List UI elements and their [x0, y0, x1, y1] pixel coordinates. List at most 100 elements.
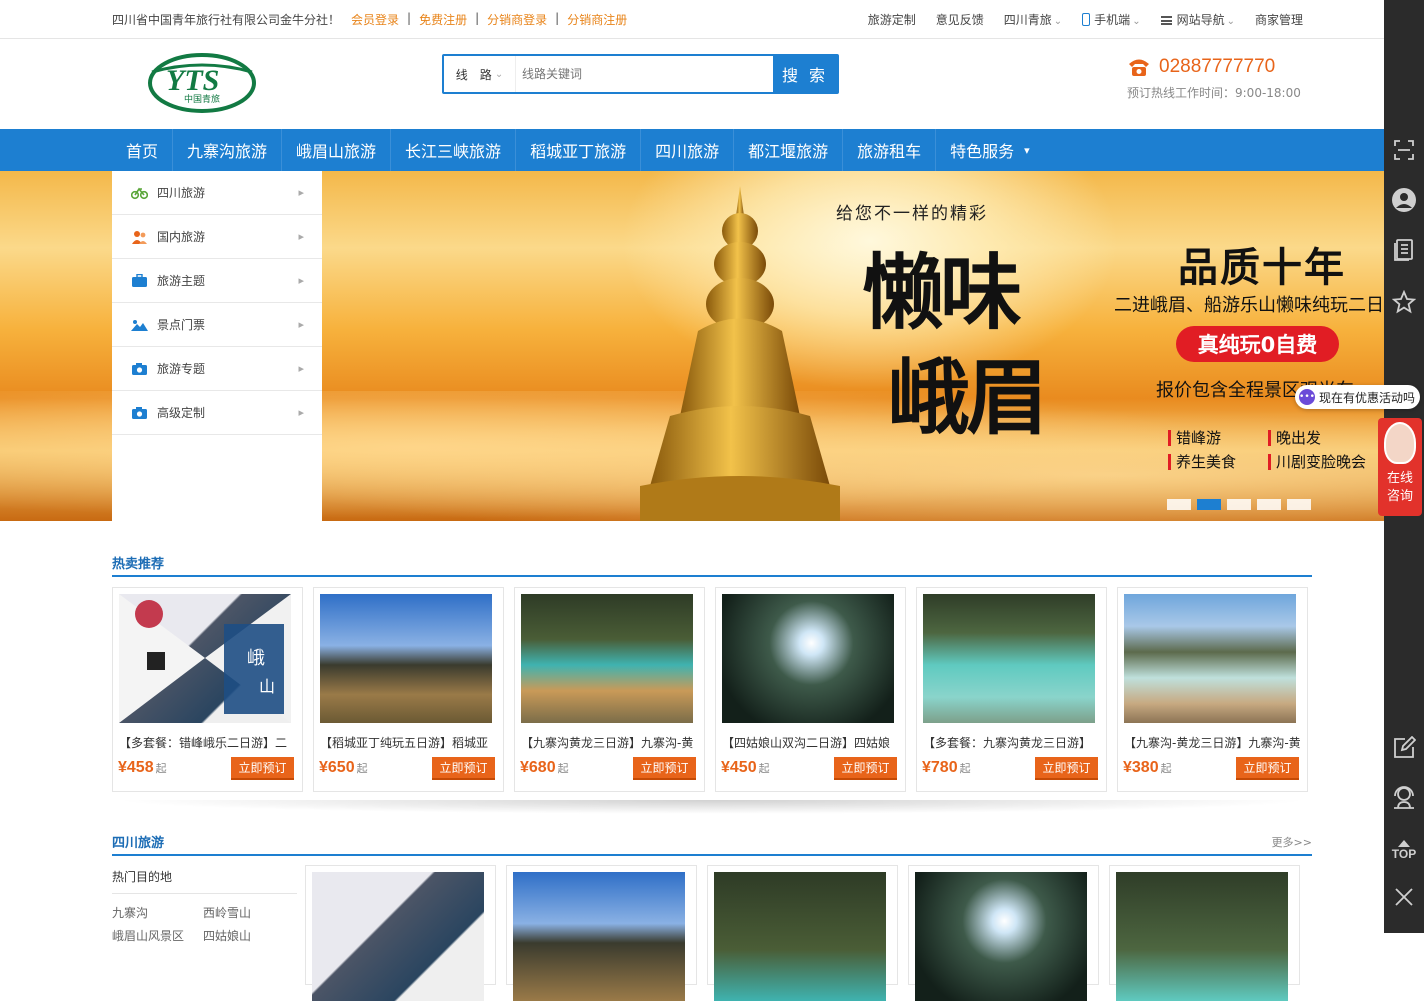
site-nav-dropdown[interactable]: 网站导航: [1160, 11, 1235, 28]
book-now-button[interactable]: 立即预订: [633, 757, 696, 778]
site-logo[interactable]: YTS 中国青旅: [146, 52, 258, 114]
carousel-dot[interactable]: [1167, 499, 1191, 510]
divider: |: [555, 11, 560, 25]
search-input[interactable]: [516, 56, 773, 92]
search-button[interactable]: 搜 索: [773, 56, 837, 92]
camera-icon: [132, 406, 147, 419]
headset-icon: [1394, 786, 1414, 809]
nav-daocheng[interactable]: 稻城亚丁旅游: [516, 129, 642, 171]
sichuan-products: [305, 865, 1300, 1001]
nav-car-rental[interactable]: 旅游租车: [843, 129, 937, 171]
nav-sichuan[interactable]: 四川旅游: [641, 129, 735, 171]
back-to-top-button[interactable]: TOP: [1384, 830, 1424, 870]
book-now-button[interactable]: 立即预订: [231, 757, 294, 778]
nav-special-services[interactable]: 特色服务: [936, 129, 1044, 171]
carousel-dot[interactable]: [1287, 499, 1311, 510]
customer-service-button[interactable]: [1384, 777, 1424, 817]
product-photo: [320, 594, 492, 723]
document-list-icon: [1394, 239, 1413, 261]
product-title: 【九寨沟黄龙三日游】九寨沟-黄: [521, 736, 694, 750]
destination-link[interactable]: 西岭雪山: [203, 904, 294, 921]
main-nav: 首页 九寨沟旅游 峨眉山旅游 长江三峡旅游 稻城亚丁旅游 四川旅游 都江堰旅游 …: [0, 129, 1384, 171]
book-now-button[interactable]: 立即预订: [834, 757, 897, 778]
distributor-register-link[interactable]: 分销商注册: [567, 11, 627, 28]
product-card[interactable]: [908, 865, 1099, 1001]
product-price: ¥680 起: [520, 759, 569, 777]
product-card[interactable]: 【四姑娘山双沟二日游】四姑娘 ¥450 起 立即预订: [715, 587, 906, 792]
feedback-link[interactable]: 意见反馈: [936, 11, 984, 28]
product-card[interactable]: [305, 865, 496, 1001]
register-link[interactable]: 免费注册: [419, 11, 467, 28]
price-suffix: 起: [1160, 763, 1172, 775]
chevron-right-icon: ▸: [298, 186, 304, 199]
category-themes[interactable]: 旅游主题 ▸: [112, 259, 322, 303]
category-sichuan[interactable]: 四川旅游 ▸: [112, 171, 322, 215]
carousel-dot[interactable]: [1227, 499, 1251, 510]
custom-tour-link[interactable]: 旅游定制: [868, 11, 916, 28]
product-photo: [923, 594, 1095, 723]
category-label: 旅游主题: [157, 274, 206, 288]
product-card[interactable]: 【九寨沟黄龙三日游】九寨沟-黄 ¥680 起 立即预订: [514, 587, 705, 792]
carousel-dot[interactable]: [1257, 499, 1281, 510]
account-button[interactable]: [1384, 180, 1424, 220]
orders-button[interactable]: [1384, 230, 1424, 270]
nav-home[interactable]: 首页: [112, 129, 174, 171]
book-now-button[interactable]: 立即预订: [1035, 757, 1098, 778]
promo-chat-bubble[interactable]: ••• 现在有优惠活动吗: [1295, 385, 1420, 409]
close-toolbar-button[interactable]: [1384, 877, 1424, 917]
book-now-button[interactable]: 立即预订: [432, 757, 495, 778]
sichuan-cyts-dropdown[interactable]: 四川青旅: [1004, 11, 1062, 28]
member-login-link[interactable]: 会员登录: [351, 11, 399, 28]
section-title: 四川旅游: [112, 836, 165, 851]
nav-dujiangyan[interactable]: 都江堰旅游: [734, 129, 844, 171]
banner-feature: 养生美食: [1168, 454, 1236, 470]
category-domestic[interactable]: 国内旅游 ▸: [112, 215, 322, 259]
book-now-button[interactable]: 立即预订: [1236, 757, 1299, 778]
product-price: ¥780 起: [922, 759, 971, 777]
category-tickets[interactable]: 景点门票 ▸: [112, 303, 322, 347]
product-card[interactable]: 【九寨沟-黄龙三日游】九寨沟-黄 ¥380 起 立即预订: [1117, 587, 1308, 792]
nav-three-gorges[interactable]: 长江三峡旅游: [391, 129, 517, 171]
logo-text: YTS: [166, 64, 219, 97]
distributor-login-link[interactable]: 分销商登录: [487, 11, 547, 28]
product-title: 【四姑娘山双沟二日游】四姑娘: [722, 736, 891, 750]
destination-link[interactable]: 峨眉山风景区: [112, 927, 203, 944]
product-title: 【稻城亚丁纯玩五日游】稻城亚: [320, 736, 489, 750]
product-card[interactable]: [506, 865, 697, 1001]
arrow-up-icon: [1398, 839, 1410, 847]
scan-button[interactable]: [1384, 130, 1424, 170]
product-card[interactable]: 【稻城亚丁纯玩五日游】稻城亚 ¥650 起 立即预订: [313, 587, 504, 792]
destination-link[interactable]: 四姑娘山: [203, 927, 294, 944]
carousel-indicators: [1167, 499, 1311, 510]
destinations-heading: 热门目的地: [112, 868, 297, 894]
product-card[interactable]: [707, 865, 898, 1001]
hot-products: 峨山 【多套餐：错峰峨乐二日游】二 ¥458 起 立即预订 【稻城亚丁纯玩五日游】…: [112, 587, 1308, 792]
golden-buddha-statue: [640, 186, 840, 521]
category-label: 景点门票: [157, 318, 206, 332]
feedback-button[interactable]: [1384, 728, 1424, 768]
search-type-select[interactable]: 线 路: [444, 56, 516, 92]
product-photo: [513, 872, 685, 1001]
chevron-right-icon: ▸: [298, 362, 304, 375]
category-custom[interactable]: 高级定制 ▸: [112, 391, 322, 435]
product-card[interactable]: 【多套餐：九寨沟黄龙三日游】 ¥780 起 立即预订: [916, 587, 1107, 792]
category-specials[interactable]: 旅游专题 ▸: [112, 347, 322, 391]
online-consult-button[interactable]: 在线 咨询: [1378, 418, 1422, 516]
hotline-row: 02887777770: [1127, 56, 1301, 78]
banner-headline-1: 懒味: [862, 245, 1022, 341]
product-photo: [714, 872, 886, 1001]
mobile-dropdown[interactable]: 手机端: [1082, 11, 1140, 28]
nav-emeishan[interactable]: 峨眉山旅游: [282, 129, 392, 171]
nav-jiuzhaigou[interactable]: 九寨沟旅游: [173, 129, 283, 171]
people-icon: [132, 230, 147, 244]
more-link[interactable]: 更多>>: [1272, 834, 1312, 850]
product-card[interactable]: 峨山 【多套餐：错峰峨乐二日游】二 ¥458 起 立即预订: [112, 587, 303, 792]
product-price: ¥458 起: [118, 759, 167, 777]
svg-text:山: 山: [259, 677, 275, 696]
product-card[interactable]: [1109, 865, 1300, 1001]
destination-link[interactable]: 九寨沟: [112, 904, 203, 921]
carousel-dot-active[interactable]: [1197, 499, 1221, 510]
favorites-button[interactable]: [1384, 282, 1424, 322]
category-label: 四川旅游: [157, 186, 206, 200]
merchant-link[interactable]: 商家管理: [1255, 11, 1303, 28]
